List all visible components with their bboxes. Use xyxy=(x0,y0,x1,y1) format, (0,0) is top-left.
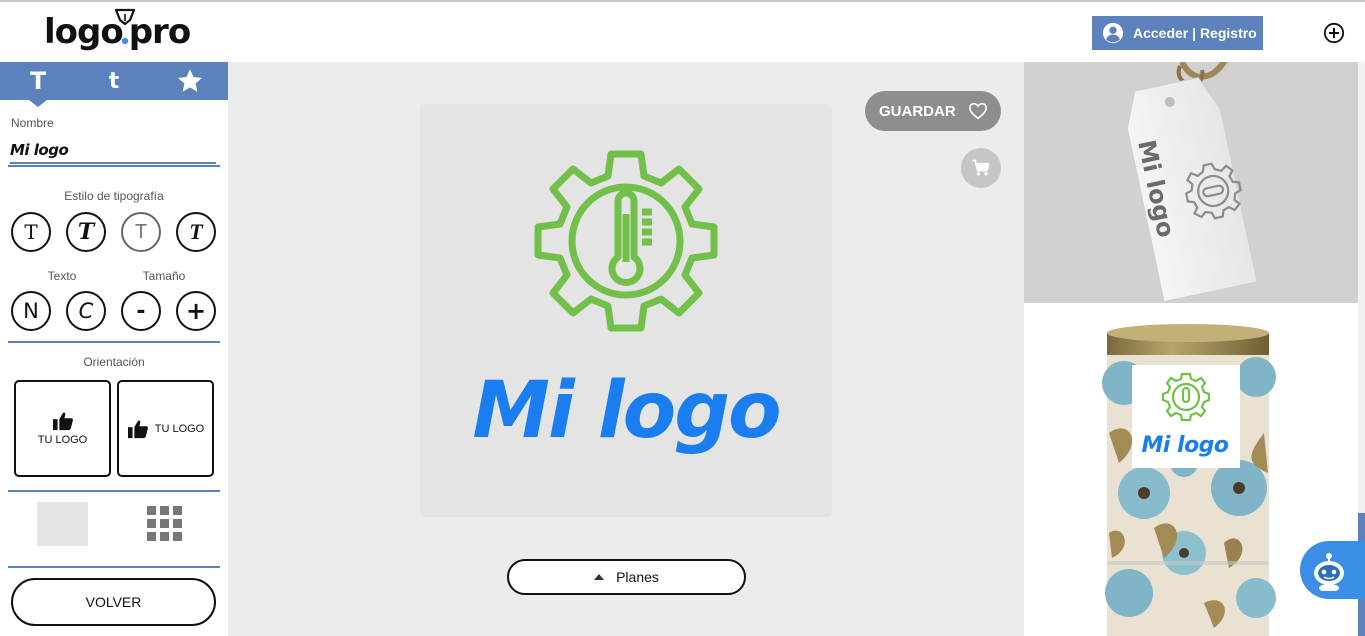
orientation-vertical-label: TU LOGO xyxy=(37,434,88,446)
thumbs-up-icon xyxy=(52,412,73,431)
logo-name-text: Mi logo xyxy=(472,366,781,456)
background-color-swatch[interactable] xyxy=(37,502,88,546)
divider-1 xyxy=(8,165,220,167)
font-style-serif-button[interactable]: T xyxy=(11,212,51,252)
logo-name-input[interactable] xyxy=(10,138,216,164)
gear-thermometer-icon xyxy=(534,150,718,332)
caret-up-icon xyxy=(594,574,605,580)
tag-mockup[interactable]: Mi logo xyxy=(1024,62,1358,303)
login-register-button[interactable]: Acceder | Registro xyxy=(1092,16,1263,50)
size-decrease-button[interactable]: - xyxy=(121,291,161,331)
size-increase-button[interactable]: + xyxy=(176,291,216,331)
text-normal-button[interactable]: N xyxy=(11,291,51,331)
thumbs-up-icon xyxy=(127,419,148,438)
robot-icon xyxy=(1314,553,1344,591)
save-button-label: GUARDAR xyxy=(879,102,956,120)
cart-button[interactable] xyxy=(961,148,1001,188)
tab-text-style[interactable]: t xyxy=(76,62,152,100)
tab-font[interactable]: T xyxy=(0,62,76,100)
orientation-vertical-button[interactable]: TU LOGO xyxy=(14,380,111,477)
plans-button-label: Planes xyxy=(616,569,659,585)
brand-logo[interactable]: logo pro xyxy=(44,8,204,60)
divider-4 xyxy=(8,566,220,568)
chat-widget-button[interactable] xyxy=(1300,541,1365,599)
tin-mockup-text: Mi logo xyxy=(1141,433,1229,458)
font-style-light-button[interactable]: T xyxy=(121,212,161,252)
sidebar-tabs: T t xyxy=(0,62,228,100)
star-icon xyxy=(177,69,203,92)
font-style-script-button[interactable]: T xyxy=(66,212,106,252)
tab-icon[interactable] xyxy=(152,62,228,100)
heart-icon xyxy=(968,102,987,120)
typography-label: Estilo de tipografía xyxy=(64,189,164,203)
font-style-italic-button[interactable]: T xyxy=(176,212,216,252)
brand-name: logo xyxy=(44,12,124,52)
active-tab-pointer xyxy=(29,100,47,107)
back-button[interactable]: VOLVER xyxy=(11,578,216,626)
text-caps-button[interactable]: C xyxy=(66,291,106,331)
orientation-label: Orientación xyxy=(83,355,145,369)
divider-3 xyxy=(8,490,220,492)
plans-button[interactable]: Planes xyxy=(507,559,746,595)
logo-preview-card[interactable]: Mi logo xyxy=(420,104,832,517)
text-label: Texto xyxy=(47,269,77,283)
grid-icon[interactable] xyxy=(147,506,183,542)
name-label: Nombre xyxy=(11,116,54,130)
divider-2 xyxy=(8,341,220,343)
pen-nib-icon xyxy=(114,8,136,45)
tag-mockup-image: Mi logo xyxy=(1126,62,1258,303)
brand-suffix: pro xyxy=(128,12,191,52)
cart-icon xyxy=(972,159,990,176)
header: logo pro Acceder | Registro xyxy=(0,2,1365,62)
editor-sidebar: T t Nombre Estilo de tipografía T T T T … xyxy=(0,62,228,636)
logo-canvas-area: Mi logo GUARDAR Planes xyxy=(228,62,1024,636)
orientation-horizontal-label: TU LOGO xyxy=(154,422,205,435)
user-circle-icon xyxy=(1102,22,1124,44)
plus-circle-icon[interactable] xyxy=(1323,22,1345,44)
login-register-label: Acceder | Registro xyxy=(1133,25,1257,41)
save-button[interactable]: GUARDAR xyxy=(865,91,1001,131)
orientation-horizontal-button[interactable]: TU LOGO xyxy=(117,380,214,477)
size-label: Tamaño xyxy=(142,269,186,283)
